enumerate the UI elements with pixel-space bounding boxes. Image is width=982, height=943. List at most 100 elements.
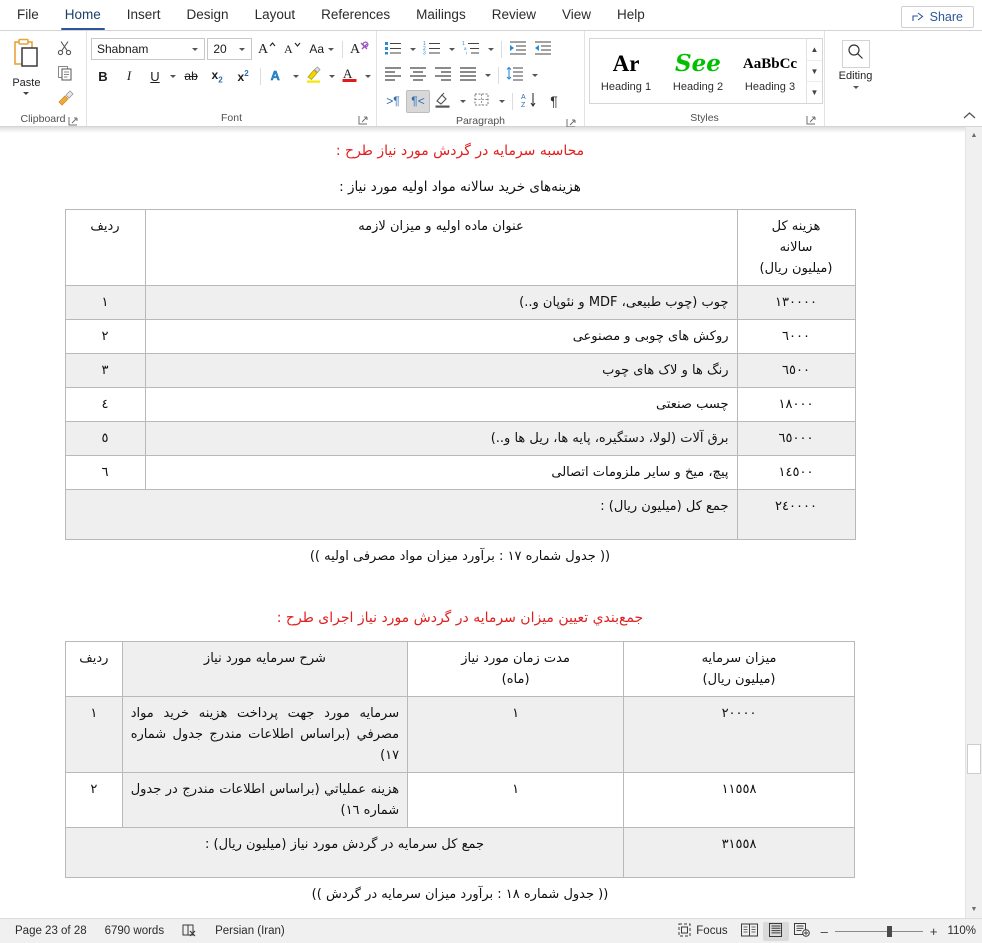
scrollbar-track[interactable] bbox=[966, 144, 982, 901]
format-painter-button[interactable] bbox=[52, 89, 78, 111]
tab-review[interactable]: Review bbox=[479, 2, 549, 30]
text-effects-dropdown-icon[interactable] bbox=[292, 65, 300, 88]
superscript-button[interactable]: x2 bbox=[231, 65, 255, 88]
focus-mode-button[interactable]: Focus bbox=[669, 923, 736, 940]
font-color-button[interactable]: A bbox=[338, 65, 362, 88]
font-size-dropdown-icon[interactable] bbox=[235, 47, 249, 51]
underline-button[interactable]: U bbox=[143, 65, 167, 88]
strikethrough-button[interactable]: ab bbox=[179, 65, 203, 88]
table-raw-materials[interactable]: هزینه کل سالانه (میلیون ریال) عنوان ماده… bbox=[64, 209, 856, 540]
vertical-scrollbar[interactable]: ▲ ▼ bbox=[965, 127, 982, 918]
justify-button[interactable] bbox=[456, 64, 480, 87]
change-case-button[interactable]: Aa bbox=[307, 38, 337, 61]
tab-file[interactable]: File bbox=[4, 2, 52, 30]
style-heading-3[interactable]: AaBbCc Heading 3 bbox=[734, 39, 806, 103]
align-left-button[interactable] bbox=[381, 64, 405, 87]
font-dialog-launcher[interactable] bbox=[358, 115, 369, 126]
editing-button[interactable]: Editing bbox=[829, 34, 882, 89]
zoom-knob[interactable] bbox=[886, 925, 892, 937]
tab-references[interactable]: References bbox=[308, 2, 403, 30]
tab-file-label: File bbox=[17, 7, 39, 22]
styles-more-button[interactable]: ▼ bbox=[807, 82, 822, 103]
paste-button[interactable]: Paste bbox=[4, 34, 49, 95]
zoom-track[interactable] bbox=[834, 925, 923, 937]
web-layout-button[interactable] bbox=[789, 922, 815, 941]
clear-formatting-button[interactable]: A bbox=[348, 38, 372, 61]
scroll-up-button[interactable]: ▲ bbox=[966, 127, 982, 144]
document-pane[interactable]: محاسبه سرمایه در گردش مورد نیاز طرح : هز… bbox=[0, 127, 965, 918]
decrease-indent-button[interactable] bbox=[506, 38, 530, 61]
underline-dropdown-icon[interactable] bbox=[169, 65, 177, 88]
style-heading-2[interactable]: See Heading 2 bbox=[662, 39, 734, 103]
style-heading-1[interactable]: Ar Heading 1 bbox=[590, 39, 662, 103]
shading-dropdown-icon[interactable] bbox=[456, 90, 469, 113]
status-proofing-button[interactable] bbox=[173, 923, 206, 940]
zoom-out-button[interactable]: – bbox=[821, 925, 828, 938]
align-center-button[interactable] bbox=[406, 64, 430, 87]
rtl-text-direction-button[interactable]: ¶< bbox=[406, 89, 430, 113]
sort-button[interactable]: AZ bbox=[517, 90, 541, 113]
grow-font-button[interactable]: A bbox=[254, 38, 278, 61]
print-layout-button[interactable] bbox=[762, 921, 789, 941]
styles-scroll-down-button[interactable]: ▼ bbox=[807, 61, 822, 83]
status-page-number[interactable]: Page 23 of 28 bbox=[6, 925, 96, 937]
borders-button[interactable] bbox=[470, 90, 494, 113]
tab-mailings[interactable]: Mailings bbox=[403, 2, 479, 30]
multilevel-list-button[interactable]: 1ai bbox=[459, 38, 483, 61]
tab-view[interactable]: View bbox=[549, 2, 604, 30]
paste-dropdown-caret-icon[interactable] bbox=[23, 92, 30, 95]
read-mode-button[interactable] bbox=[737, 922, 763, 941]
text-highlight-button[interactable] bbox=[302, 65, 326, 88]
numbering-dropdown-icon[interactable] bbox=[445, 38, 458, 61]
ltr-text-direction-button[interactable]: >¶ bbox=[381, 90, 405, 113]
cut-button[interactable] bbox=[52, 39, 78, 61]
font-size-combobox[interactable]: 20 bbox=[207, 38, 253, 60]
line-spacing-dropdown-icon[interactable] bbox=[528, 64, 541, 87]
bold-button[interactable]: B bbox=[91, 65, 115, 88]
clipboard-dialog-launcher[interactable] bbox=[68, 116, 79, 127]
tab-insert[interactable]: Insert bbox=[114, 2, 174, 30]
table-row-header: میزان سرمایه (میلیون ریال) مدت زمان مورد… bbox=[65, 641, 855, 697]
show-formatting-marks-button[interactable]: ¶ bbox=[542, 90, 566, 113]
zoom-in-button[interactable]: + bbox=[930, 925, 938, 938]
share-button[interactable]: Share bbox=[900, 6, 974, 28]
bullets-dropdown-icon[interactable] bbox=[406, 38, 419, 61]
font-name-dropdown-icon[interactable] bbox=[188, 47, 202, 51]
font-color-dropdown-icon[interactable] bbox=[364, 65, 372, 88]
subscript-button[interactable]: x2 bbox=[205, 65, 229, 88]
line-spacing-button[interactable] bbox=[503, 64, 527, 87]
status-word-count[interactable]: 6790 words bbox=[96, 925, 173, 937]
scroll-down-button[interactable]: ▼ bbox=[966, 901, 982, 918]
tab-home[interactable]: Home bbox=[52, 2, 114, 30]
justify-dropdown-icon[interactable] bbox=[481, 64, 494, 87]
zoom-level[interactable]: 110% bbox=[943, 925, 976, 937]
zoom-slider[interactable]: – + bbox=[815, 925, 944, 938]
tab-layout[interactable]: Layout bbox=[242, 2, 309, 30]
tab-help[interactable]: Help bbox=[604, 2, 658, 30]
borders-dropdown-icon[interactable] bbox=[495, 90, 508, 113]
increase-indent-button[interactable] bbox=[531, 38, 555, 61]
shrink-font-button[interactable]: A bbox=[280, 38, 304, 61]
styles-scroll-up-button[interactable]: ▲ bbox=[807, 39, 822, 61]
italic-button[interactable]: I bbox=[117, 65, 141, 88]
clipboard-small-buttons bbox=[49, 34, 82, 111]
shading-button[interactable] bbox=[431, 90, 455, 113]
text-effects-button[interactable]: A bbox=[266, 65, 290, 88]
document-page[interactable]: محاسبه سرمایه در گردش مورد نیاز طرح : هز… bbox=[0, 127, 955, 902]
editing-dropdown-caret-icon[interactable] bbox=[852, 86, 859, 89]
change-case-caret-icon[interactable] bbox=[328, 47, 335, 51]
bullets-button[interactable] bbox=[381, 38, 405, 61]
copy-button[interactable] bbox=[52, 64, 78, 86]
collapse-ribbon-button[interactable] bbox=[962, 108, 976, 122]
font-name-combobox[interactable]: Shabnam bbox=[91, 38, 206, 60]
highlight-dropdown-icon[interactable] bbox=[328, 65, 336, 88]
align-right-button[interactable] bbox=[431, 64, 455, 87]
numbering-button[interactable]: 123 bbox=[420, 38, 444, 61]
scrollbar-thumb[interactable] bbox=[967, 744, 981, 774]
styles-dialog-launcher[interactable] bbox=[806, 115, 817, 126]
document-area: محاسبه سرمایه در گردش مورد نیاز طرح : هز… bbox=[0, 127, 982, 918]
table-working-capital-summary[interactable]: میزان سرمایه (میلیون ریال) مدت زمان مورد… bbox=[64, 641, 855, 878]
multilevel-dropdown-icon[interactable] bbox=[484, 38, 497, 61]
tab-design[interactable]: Design bbox=[174, 2, 242, 30]
status-language[interactable]: Persian (Iran) bbox=[206, 925, 294, 937]
